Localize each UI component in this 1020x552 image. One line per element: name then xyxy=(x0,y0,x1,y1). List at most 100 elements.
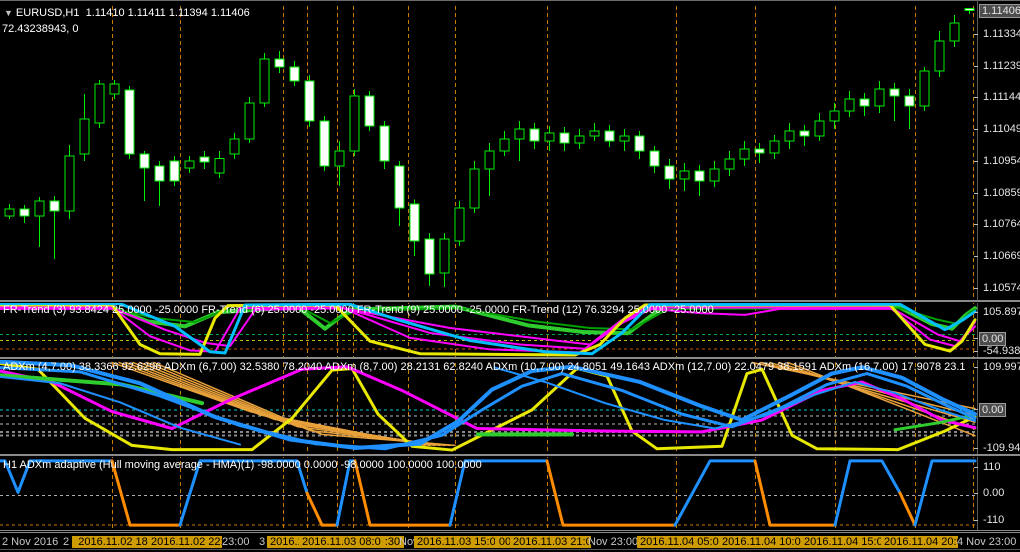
time-label[interactable]: 3 xyxy=(259,536,265,548)
bull-candle[interactable] xyxy=(349,95,360,152)
bull-candle[interactable] xyxy=(919,70,930,107)
w1-scale-bottom: -54.938 xyxy=(983,345,1020,357)
bull-candle[interactable] xyxy=(109,83,120,95)
bull-candle[interactable] xyxy=(814,120,825,137)
price-tick-label: 1.10574 xyxy=(983,281,1020,294)
price-tick-mark xyxy=(974,287,978,289)
bear-candle[interactable] xyxy=(19,208,30,217)
splitter-w2-w3[interactable] xyxy=(0,454,1020,457)
time-label-highlighted[interactable]: 2016.11.03 08:00 xyxy=(299,536,387,548)
w3-indicator-line xyxy=(913,459,977,527)
bull-candle[interactable] xyxy=(709,168,720,182)
w3-legend: H1 ADXm adaptive (Hull moving average - … xyxy=(3,459,482,471)
bear-candle[interactable] xyxy=(889,88,900,97)
bear-candle[interactable] xyxy=(169,160,180,182)
price-tick-label: 1.11144 xyxy=(983,91,1020,104)
bear-candle[interactable] xyxy=(274,58,285,68)
bull-candle[interactable] xyxy=(499,138,510,152)
time-label-highlighted[interactable]: 2016.11.02 22:00 xyxy=(148,536,236,548)
bull-candle[interactable] xyxy=(784,130,795,142)
w2-legend: ADXm (4,7.00) 38.3366 92.6296 ADXm (6,7.… xyxy=(3,361,966,373)
symbol-period-label: EURUSD,H1 xyxy=(15,7,80,19)
w3-indicator-line xyxy=(545,459,677,527)
bear-candle[interactable] xyxy=(754,148,765,154)
time-label-highlighted[interactable]: 2016.11.04 20:00 xyxy=(881,536,969,548)
bull-candle[interactable] xyxy=(874,88,885,107)
bear-candle[interactable] xyxy=(289,66,300,82)
time-label-highlighted[interactable]: 2016.11.03 15:00 xyxy=(414,536,502,548)
bull-candle[interactable] xyxy=(94,83,105,124)
bull-candle[interactable] xyxy=(514,128,525,140)
bear-candle[interactable] xyxy=(394,165,405,209)
time-label[interactable]: 23:00 xyxy=(222,536,250,548)
time-label[interactable]: 4 Nov 23:00 xyxy=(957,536,1016,548)
bear-candle[interactable] xyxy=(559,132,570,144)
chevron-down-icon[interactable]: ▼ xyxy=(4,8,13,18)
splitter-main-w1[interactable] xyxy=(0,300,1020,303)
bull-candle[interactable] xyxy=(679,170,690,180)
w3-scale-mid: 0.00 xyxy=(983,487,1005,499)
bear-candle[interactable] xyxy=(904,95,915,107)
scale-tick-mark xyxy=(974,312,978,313)
bull-candle[interactable] xyxy=(484,150,495,170)
bear-candle[interactable] xyxy=(304,80,315,122)
bull-candle[interactable] xyxy=(454,207,465,242)
time-label-highlighted[interactable]: 2016.11.04 15:00 xyxy=(801,536,889,548)
bull-candle[interactable] xyxy=(739,148,750,160)
bull-candle[interactable] xyxy=(574,135,585,144)
bull-candle[interactable] xyxy=(79,118,90,155)
bull-candle[interactable] xyxy=(229,138,240,155)
bear-candle[interactable] xyxy=(364,95,375,127)
bear-candle[interactable] xyxy=(634,135,645,152)
bear-candle[interactable] xyxy=(529,128,540,142)
bear-candle[interactable] xyxy=(694,170,705,182)
bull-candle[interactable] xyxy=(829,110,840,122)
bear-candle[interactable] xyxy=(124,89,135,155)
bull-candle[interactable] xyxy=(244,102,255,140)
bull-candle[interactable] xyxy=(589,130,600,137)
bull-candle[interactable] xyxy=(844,98,855,112)
bear-candle[interactable] xyxy=(379,125,390,162)
splitter-w1-w2[interactable] xyxy=(0,357,1020,360)
bear-candle[interactable] xyxy=(319,120,330,167)
bull-candle[interactable] xyxy=(619,135,630,142)
bull-candle[interactable] xyxy=(949,22,960,42)
bear-candle[interactable] xyxy=(859,98,870,107)
bear-candle[interactable] xyxy=(49,200,60,212)
bear-candle[interactable] xyxy=(199,156,210,163)
bear-candle[interactable] xyxy=(964,8,975,12)
bull-candle[interactable] xyxy=(214,157,225,174)
scale-tick-mark xyxy=(974,467,978,468)
bull-candle[interactable] xyxy=(334,150,345,167)
bull-candle[interactable] xyxy=(544,132,555,142)
time-label-highlighted[interactable]: 2016.11.02 18 xyxy=(72,536,154,548)
bear-candle[interactable] xyxy=(604,130,615,142)
bear-candle[interactable] xyxy=(799,130,810,137)
scale-tick-mark xyxy=(974,520,978,521)
bull-candle[interactable] xyxy=(769,140,780,154)
time-label[interactable]: Nov 23:00 xyxy=(588,536,638,548)
bull-candle[interactable] xyxy=(34,200,45,217)
bull-candle[interactable] xyxy=(439,238,450,274)
w1-legend: FR-Trend (3) 93.8424 25.0000 -25.0000 FR… xyxy=(3,304,714,316)
bull-candle[interactable] xyxy=(934,40,945,72)
bull-candle[interactable] xyxy=(469,168,480,209)
bear-candle[interactable] xyxy=(664,165,675,180)
time-label-highlighted[interactable]: 2016.11.04 05:00 xyxy=(637,536,725,548)
bear-candle[interactable] xyxy=(409,203,420,242)
w3-indicator-line xyxy=(753,459,837,527)
bull-candle[interactable] xyxy=(724,158,735,170)
bear-candle[interactable] xyxy=(649,150,660,167)
bull-candle[interactable] xyxy=(184,160,195,169)
price-scale[interactable]: 1.11406 1.11334 1.11239 1.11144 1.11049 1.10… xyxy=(974,1,1020,531)
time-label-highlighted[interactable]: 2016.11.03 21:00 xyxy=(510,536,598,548)
bear-candle[interactable] xyxy=(154,165,165,182)
time-label[interactable]: 2 Nov 2016 xyxy=(2,536,58,548)
bear-candle[interactable] xyxy=(139,153,150,169)
time-label[interactable]: 2 xyxy=(63,536,69,548)
bear-candle[interactable] xyxy=(424,238,435,275)
bull-candle[interactable] xyxy=(259,58,270,104)
bull-candle[interactable] xyxy=(64,155,75,212)
time-label-highlighted[interactable]: 2016.11.04 10:00 xyxy=(719,536,807,548)
bull-candle[interactable] xyxy=(4,208,15,217)
